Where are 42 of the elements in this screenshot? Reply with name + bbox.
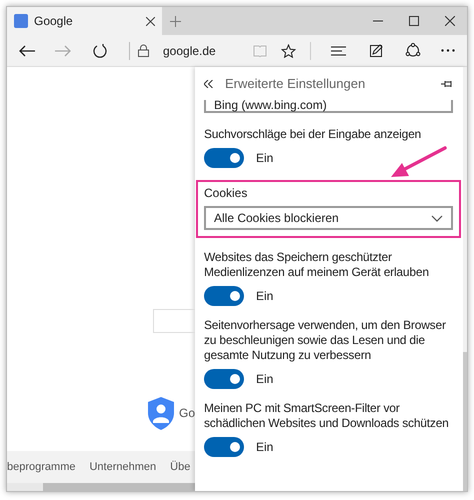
setting-label: Websites das Speichern geschützter Medienlizenzen auf meinem Gerät erlauben [204,250,430,280]
hub-lines-icon[interactable] [331,46,346,56]
maximize-icon[interactable] [409,16,419,26]
search-engine-dropdown[interactable]: Bing (www.bing.com) [204,100,453,113]
more-icon[interactable] [441,49,455,52]
toggle-switch[interactable] [204,437,244,457]
footer-link[interactable]: Unternehmen [89,458,156,476]
collapse-icon[interactable] [204,80,213,88]
close-window-icon[interactable] [445,16,455,26]
horizontal-scrollbar[interactable] [7,483,195,491]
setting-label: Meinen PC mit SmartScreen-Filter vor schädlichen Websites und Downloads schützen [204,401,450,431]
close-tab-icon[interactable] [146,16,155,26]
cookies-dropdown[interactable]: Alle Cookies blockieren [204,206,453,230]
address-field[interactable]: google.de [163,42,253,60]
lock-icon [138,44,149,57]
toggle-state-label: Ein [256,439,274,456]
panel-title: Erweiterte Einstellungen [225,74,366,93]
minimize-icon[interactable] [373,20,383,22]
footer-link[interactable]: Übe [170,458,190,476]
toggle-state-label: Ein [256,288,274,305]
toggle-state-label: Ein [256,371,274,388]
setting-label: Suchvorschläge bei der Eingabe anzeigen [204,127,422,142]
browser-tab[interactable]: Google [7,7,162,35]
note-pen-icon[interactable] [370,44,383,57]
pin-icon[interactable] [441,80,453,88]
shield-person-icon [148,397,174,430]
brand-text-fragment: Go [179,405,195,422]
setting-label: Cookies [204,186,248,201]
refresh-icon[interactable] [93,44,107,58]
toggle-switch[interactable] [204,286,244,306]
vertical-scrollbar[interactable] [463,67,467,491]
share-icon[interactable] [405,43,421,58]
toggle-switch[interactable] [204,369,244,389]
new-tab-icon[interactable] [170,16,181,26]
back-arrow-icon[interactable] [19,44,35,56]
setting-label: Seitenvorhersage verwenden, um den Browser zu beschleunigen sowie das Lesen und die gesamte Nutzung zu verbessern [204,318,447,363]
pointer-arrow [389,145,447,179]
toggle-switch[interactable] [204,148,244,168]
footer-link[interactable]: beprogramme [7,458,76,476]
star-icon[interactable] [281,44,296,58]
chevron-down-icon [431,214,443,222]
toggle-state-label: Ein [256,150,274,167]
